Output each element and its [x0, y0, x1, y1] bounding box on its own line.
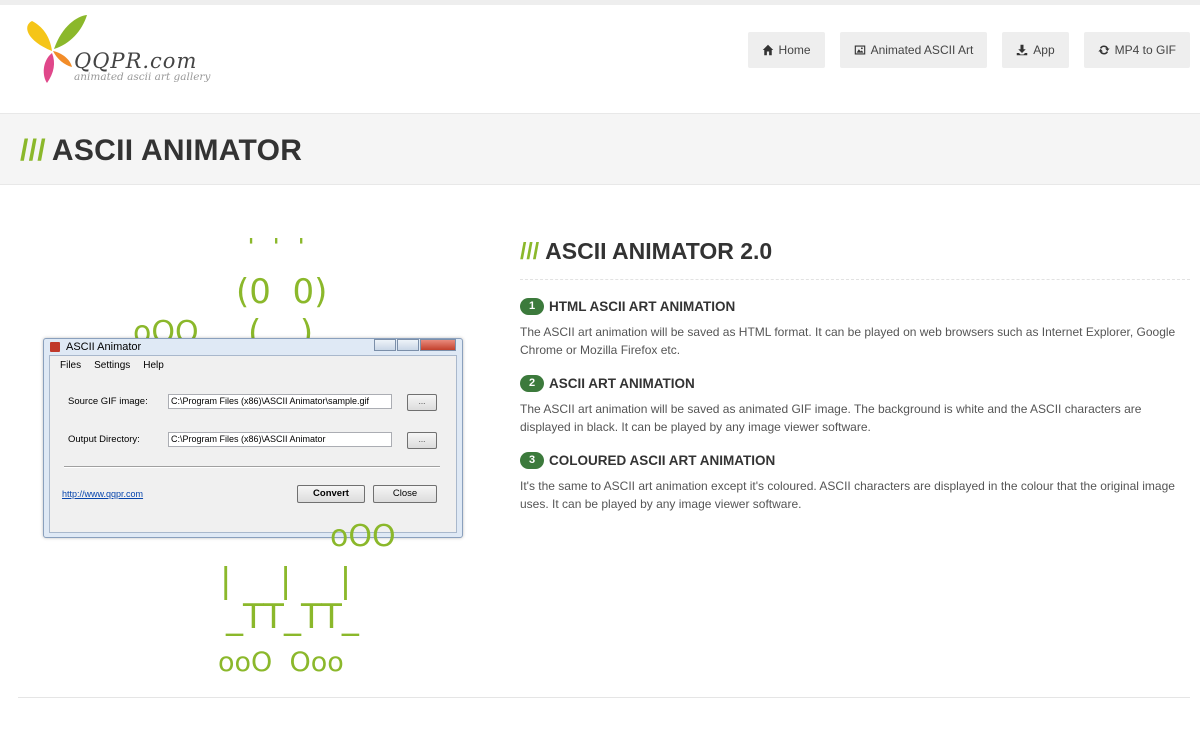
nav-animated-ascii-art-label: Animated ASCII Art: [870, 43, 974, 57]
website-link[interactable]: http://www.qqpr.com: [62, 489, 143, 499]
main-nav: Home Animated ASCII Art App MP4 to GIF: [747, 32, 1190, 68]
nav-home-label: Home: [778, 43, 811, 57]
feature-description: The ASCII art animation will be saved as…: [520, 325, 1176, 357]
output-browse-button[interactable]: ...: [407, 432, 437, 449]
ascii-legs-top: | | |: [220, 561, 356, 601]
window-controls: [373, 339, 456, 351]
content-heading-text: ASCII ANIMATOR 2.0: [545, 238, 773, 264]
source-browse-button[interactable]: ...: [407, 394, 437, 411]
minimize-icon[interactable]: [374, 339, 396, 351]
ascii-feet: ooO Ooo: [218, 647, 344, 678]
nav-animated-ascii-art-button[interactable]: Animated ASCII Art: [839, 32, 988, 68]
site-logo[interactable]: QQPR.com animated ascii art gallery: [22, 11, 232, 83]
feature-title-text: ASCII ART ANIMATION: [549, 376, 695, 391]
feature-title: 3 COLOURED ASCII ART ANIMATION: [520, 452, 1190, 469]
image-icon: [854, 45, 865, 55]
page-title-band: ///ASCII ANIMATOR: [0, 113, 1200, 185]
refresh-icon: [1098, 45, 1110, 55]
output-directory-label: Output Directory:: [68, 434, 140, 445]
convert-button[interactable]: Convert: [297, 485, 365, 503]
feature-description: The ASCII art animation will be saved as…: [520, 402, 1142, 434]
window-body: Files Settings Help Source GIF image: C:…: [49, 355, 457, 533]
app-window: ASCII Animator Files Settings Help Sourc…: [43, 338, 463, 538]
ascii-legs-mid: _TT_TT_: [226, 597, 359, 637]
title-slash: ///: [20, 134, 46, 167]
feature-item: 2 ASCII ART ANIMATION The ASCII art anima…: [520, 375, 1190, 436]
nav-home-button[interactable]: Home: [747, 32, 825, 68]
nav-app-label: App: [1033, 43, 1055, 57]
logo-tagline: animated ascii art gallery: [74, 71, 211, 83]
menu-settings[interactable]: Settings: [94, 360, 130, 371]
home-icon: [762, 44, 773, 56]
feature-item: 3 COLOURED ASCII ART ANIMATION It's the s…: [520, 452, 1190, 513]
ascii-eyes: (0 0): [236, 272, 328, 312]
footer-divider: [18, 697, 1190, 698]
download-icon: [1017, 44, 1028, 56]
heading-slash: ///: [520, 238, 540, 264]
feature-item: 1 HTML ASCII ART ANIMATION The ASCII art …: [520, 298, 1190, 359]
window-titlebar: ASCII Animator: [50, 341, 141, 353]
window-title: ASCII Animator: [66, 341, 142, 353]
logo-text: QQPR.com: [74, 49, 198, 73]
feature-title-text: COLOURED ASCII ART ANIMATION: [549, 453, 776, 468]
feature-title: 2 ASCII ART ANIMATION: [520, 375, 1190, 392]
page-title-text: ASCII ANIMATOR: [51, 134, 303, 167]
nav-mp4-to-gif-label: MP4 to GIF: [1114, 43, 1176, 57]
main-content: ///ASCII ANIMATOR 2.0 1 HTML ASCII ART AN…: [520, 238, 1190, 529]
menu-help[interactable]: Help: [143, 360, 164, 371]
source-gif-field[interactable]: C:\Program Files (x86)\ASCII Animator\sa…: [168, 394, 392, 409]
maximize-icon[interactable]: [397, 339, 419, 351]
ascii-hair: ' ' ': [248, 234, 311, 258]
feature-number-badge: 2: [520, 375, 544, 392]
ascii-right-ooo: oOO: [330, 519, 396, 554]
nav-app-button[interactable]: App: [1002, 32, 1069, 68]
menu-files[interactable]: Files: [60, 360, 81, 371]
feature-number-badge: 3: [520, 452, 544, 469]
nav-mp4-to-gif-button[interactable]: MP4 to GIF: [1083, 32, 1190, 68]
feature-number-badge: 1: [520, 298, 544, 315]
source-gif-label: Source GIF image:: [68, 396, 148, 407]
content-heading: ///ASCII ANIMATOR 2.0: [520, 238, 1190, 280]
feature-title-text: HTML ASCII ART ANIMATION: [549, 299, 736, 314]
output-directory-field[interactable]: C:\Program Files (x86)\ASCII Animator: [168, 432, 392, 447]
app-icon: [50, 342, 60, 352]
close-button[interactable]: Close: [373, 485, 437, 503]
page-title: ///ASCII ANIMATOR: [20, 134, 302, 168]
feature-title: 1 HTML ASCII ART ANIMATION: [520, 298, 1190, 315]
close-icon[interactable]: [420, 339, 456, 351]
window-menubar: Files Settings Help: [60, 360, 164, 371]
window-divider: [64, 466, 440, 468]
feature-description: It's the same to ASCII art animation exc…: [520, 479, 1175, 511]
site-header: QQPR.com animated ascii art gallery Home…: [0, 5, 1200, 113]
